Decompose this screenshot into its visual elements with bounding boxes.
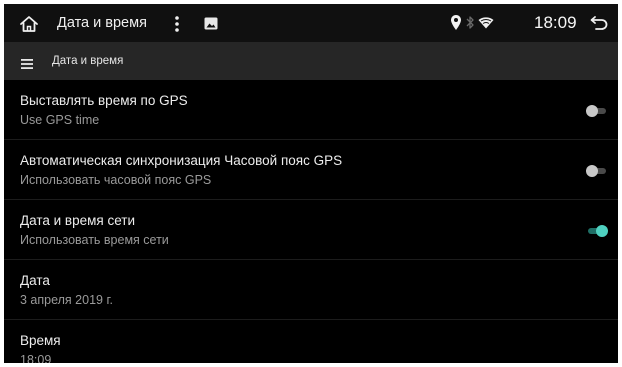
status-bar: Дата и время 18:09 (4, 4, 618, 42)
setting-summary: Use GPS time (20, 113, 100, 127)
gallery-icon[interactable] (204, 17, 218, 30)
toggle-thumb (586, 165, 598, 177)
toolbar: Дата и время (4, 42, 618, 80)
menu-icon[interactable] (21, 56, 33, 69)
setting-network-time[interactable]: Дата и время сети Использовать время сет… (4, 200, 618, 260)
toolbar-title: Дата и время (52, 55, 124, 67)
status-bar-title: Дата и время (57, 15, 147, 31)
setting-title: Выставлять время по GPS (20, 93, 188, 108)
setting-title: Автоматическая синхронизация Часовой поя… (20, 153, 343, 168)
bluetooth-icon (466, 15, 474, 30)
setting-gps-timezone[interactable]: Автоматическая синхронизация Часовой поя… (4, 140, 618, 200)
screen: Дата и время 18:09 Дата и время Выставля… (4, 4, 618, 363)
setting-gps-time[interactable]: Выставлять время по GPS Use GPS time (4, 80, 618, 140)
wifi-icon (478, 16, 494, 29)
home-icon[interactable] (19, 14, 39, 34)
setting-title: Время (20, 333, 61, 348)
toggle-thumb (586, 105, 598, 117)
back-icon[interactable] (590, 15, 608, 30)
status-time: 18:09 (534, 13, 577, 32)
setting-date[interactable]: Дата 3 апреля 2019 г. (4, 260, 618, 320)
setting-summary: Использовать время сети (20, 233, 169, 247)
gps-timezone-toggle[interactable] (586, 164, 608, 178)
settings-list: Выставлять время по GPS Use GPS time Авт… (4, 80, 618, 363)
setting-title: Дата (20, 273, 50, 288)
gps-time-toggle[interactable] (586, 104, 608, 118)
toggle-thumb (596, 225, 608, 237)
setting-summary: 3 апреля 2019 г. (20, 293, 113, 307)
setting-title: Дата и время сети (20, 213, 136, 228)
overflow-icon[interactable] (174, 15, 180, 33)
setting-summary: Использовать часовой пояс GPS (20, 173, 212, 187)
setting-time[interactable]: Время 18:09 (4, 320, 618, 363)
location-icon (450, 14, 462, 31)
setting-summary: 18:09 (20, 353, 52, 363)
network-time-toggle[interactable] (586, 224, 608, 238)
